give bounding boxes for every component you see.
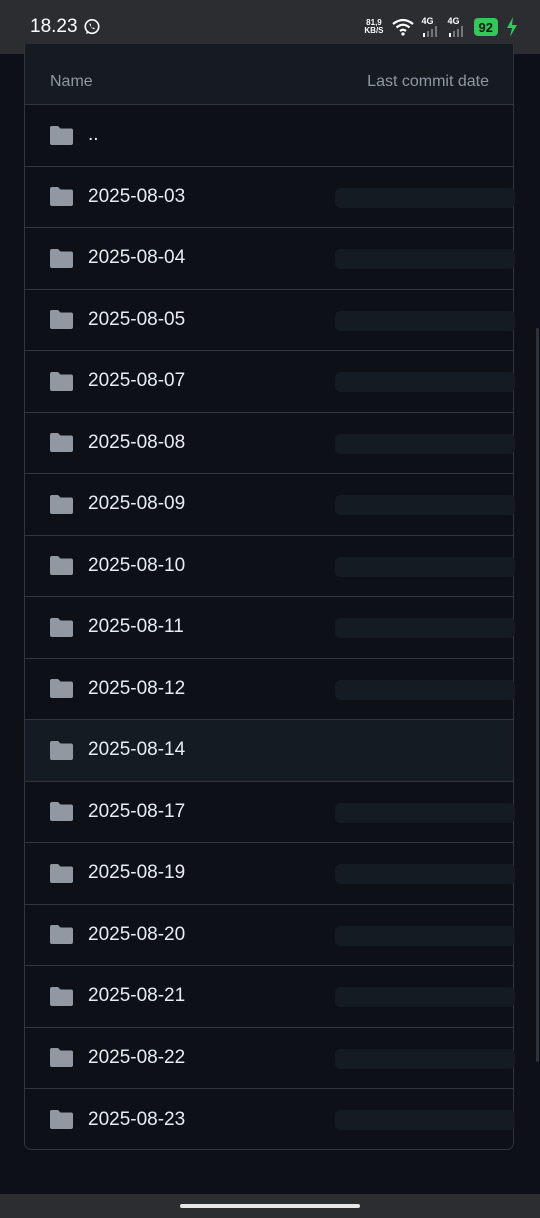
folder-link[interactable]: 2025-08-23 [88, 1109, 185, 1131]
folder-icon [50, 863, 73, 883]
commit-date-loading-placeholder [335, 987, 515, 1007]
folder-row[interactable]: 2025-08-23 [25, 1089, 515, 1151]
home-gesture-handle[interactable] [180, 1204, 360, 1208]
folder-link[interactable]: 2025-08-19 [88, 862, 185, 884]
folder-row[interactable]: 2025-08-17 [25, 782, 515, 843]
folder-link[interactable]: 2025-08-05 [88, 309, 185, 331]
folder-icon [50, 556, 73, 576]
folder-icon [50, 925, 73, 945]
parent-directory-link[interactable]: .. [88, 124, 99, 146]
folder-row[interactable]: 2025-08-07 [25, 351, 515, 413]
folder-row[interactable]: 2025-08-11 [25, 597, 515, 659]
column-header-last-commit-date: Last commit date [367, 73, 489, 90]
sim2-label: 4G [447, 16, 460, 26]
whatsapp-icon [83, 18, 100, 35]
folder-icon [50, 679, 73, 699]
network-speed: 81,9 KB/S [364, 19, 383, 35]
charging-icon [507, 17, 517, 37]
commit-date-loading-placeholder [335, 1048, 515, 1069]
table-body: .. 2025-08-03 2025-08-04 2025-08-05 2025-08… [25, 105, 515, 1151]
folder-row[interactable]: 2025-08-12 [25, 659, 515, 720]
folder-row[interactable]: 2025-08-19 [25, 843, 515, 905]
folder-link[interactable]: 2025-08-22 [88, 1047, 185, 1069]
folder-link[interactable]: 2025-08-07 [88, 370, 185, 392]
navigation-bar [0, 1194, 540, 1218]
folder-icon [50, 617, 73, 637]
commit-date-loading-placeholder [335, 1110, 515, 1130]
folder-row[interactable]: 2025-08-21 [25, 966, 515, 1028]
commit-date-loading-placeholder [335, 187, 515, 208]
table-header: Name Last commit date [25, 44, 513, 105]
signal-icon [422, 26, 437, 37]
parent-directory-row[interactable]: .. [25, 105, 513, 167]
commit-date-loading-placeholder [335, 495, 515, 515]
folder-link[interactable]: 2025-08-10 [88, 555, 185, 577]
folder-link[interactable]: 2025-08-08 [88, 432, 185, 454]
wifi-icon [391, 18, 414, 36]
folder-icon [50, 310, 73, 330]
folder-link[interactable]: 2025-08-11 [88, 616, 184, 638]
column-header-name: Name [50, 73, 93, 90]
folder-row[interactable]: 2025-08-05 [25, 290, 515, 351]
folder-row[interactable]: 2025-08-10 [25, 536, 515, 597]
folder-link[interactable]: 2025-08-20 [88, 924, 185, 946]
folder-icon [50, 187, 73, 207]
sim2-signal: 4G [448, 17, 466, 37]
folder-row[interactable]: 2025-08-14 [25, 720, 513, 782]
scrollbar[interactable] [535, 54, 540, 1194]
folder-row[interactable]: 2025-08-09 [25, 474, 515, 536]
commit-date-loading-placeholder [335, 433, 515, 454]
folder-link[interactable]: 2025-08-09 [88, 493, 185, 515]
folder-link[interactable]: 2025-08-17 [88, 801, 185, 823]
folder-icon [50, 802, 73, 822]
folder-icon [50, 494, 73, 514]
status-time: 18.23 [30, 16, 78, 37]
folder-icon [50, 740, 73, 760]
commit-date-loading-placeholder [335, 925, 515, 946]
folder-link[interactable]: 2025-08-21 [88, 985, 185, 1007]
folder-row[interactable]: 2025-08-22 [25, 1028, 515, 1089]
sim1-signal: 4G [422, 17, 440, 37]
commit-date-loading-placeholder [335, 372, 515, 392]
folder-link[interactable]: 2025-08-14 [88, 739, 185, 761]
commit-date-loading-placeholder [335, 618, 515, 638]
signal-icon [448, 26, 463, 37]
folder-icon [50, 248, 73, 268]
folder-icon [50, 125, 73, 145]
folder-icon [50, 1110, 73, 1130]
folder-row[interactable]: 2025-08-20 [25, 905, 515, 966]
folder-row[interactable]: 2025-08-03 [25, 167, 515, 228]
folder-row[interactable]: 2025-08-04 [25, 228, 515, 290]
status-icons: 81,9 KB/S 4G 4G 92 [364, 17, 518, 37]
folder-link[interactable]: 2025-08-03 [88, 186, 185, 208]
battery-indicator: 92 [473, 18, 498, 36]
folder-link[interactable]: 2025-08-04 [88, 247, 185, 269]
commit-date-loading-placeholder [335, 249, 515, 269]
commit-date-loading-placeholder [335, 864, 515, 884]
commit-date-loading-placeholder [335, 802, 515, 823]
commit-date-loading-placeholder [335, 310, 515, 331]
folder-icon [50, 1048, 73, 1068]
commit-date-loading-placeholder [335, 679, 515, 700]
file-table: Name Last commit date .. 2025-08-03 2025-… [24, 44, 515, 1151]
folder-icon [50, 371, 73, 391]
commit-date-loading-placeholder [335, 556, 515, 577]
folder-icon [50, 986, 73, 1006]
sim1-label: 4G [421, 16, 434, 26]
scrollbar-thumb[interactable] [536, 328, 539, 1062]
network-speed-unit: KB/S [364, 26, 384, 35]
folder-row[interactable]: 2025-08-08 [25, 413, 515, 474]
folder-icon [50, 433, 73, 453]
folder-link[interactable]: 2025-08-12 [88, 678, 185, 700]
